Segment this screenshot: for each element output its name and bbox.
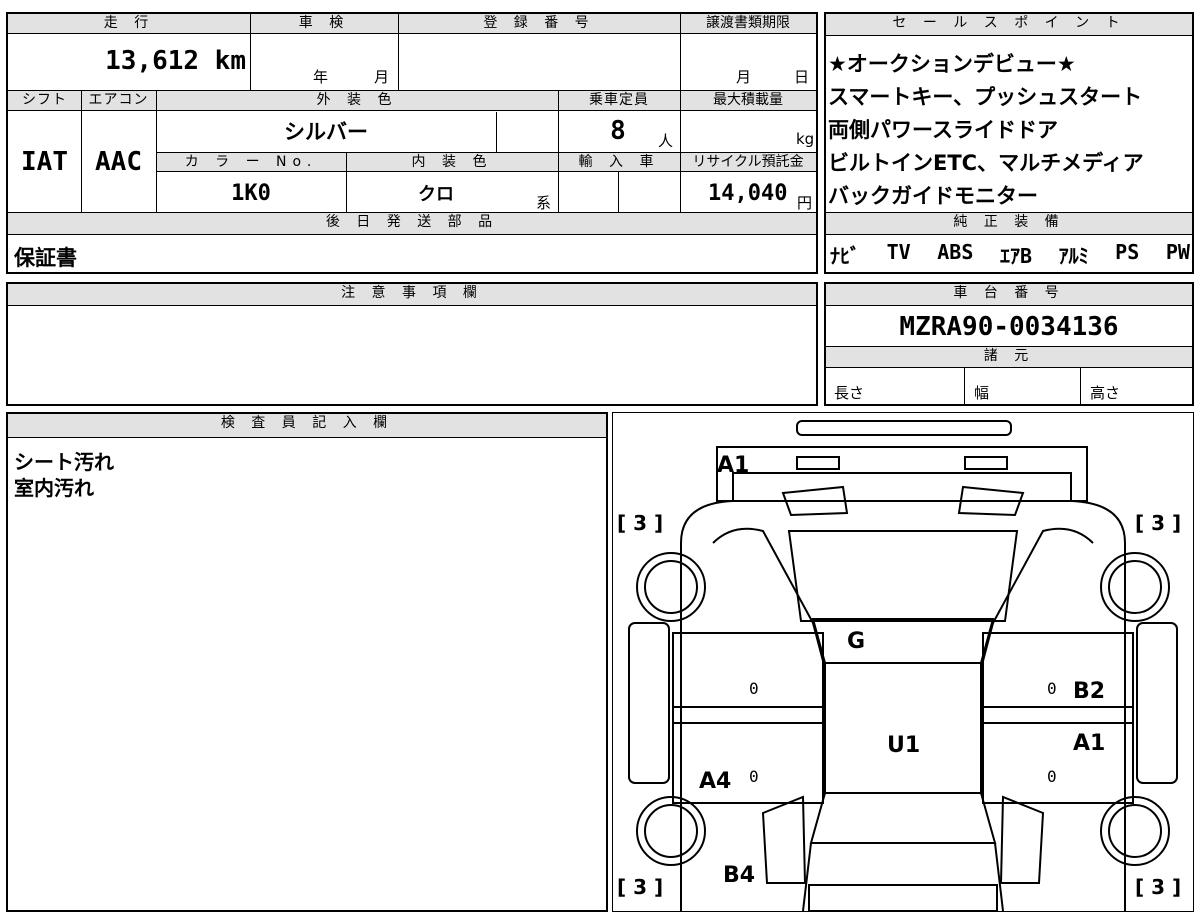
equipment-header: 純 正 装 備	[826, 213, 1192, 235]
color-no-value: 1K0	[231, 180, 271, 206]
damage-mark-windshield: G	[847, 629, 866, 654]
notes-header: 注 意 事 項 欄	[8, 284, 816, 306]
interior-color-header: 内 装 色	[346, 152, 558, 172]
mileage-value: 13,612 km	[105, 46, 246, 76]
max-load-unit: kg	[796, 130, 815, 148]
import-header: 輸 入 車	[558, 152, 680, 172]
inspector-header: 検 査 員 記 入 欄	[8, 414, 606, 438]
transfer-deadline-header: 譲渡書類期限	[680, 14, 816, 34]
capacity-value: 8	[610, 116, 626, 146]
interior-color-suffix: 系	[536, 194, 552, 212]
capacity-unit: 人	[658, 132, 674, 150]
equipment-list: ﾅﾋﾞ TV ABS ｴｱB ｱﾙﾐ PS PW	[830, 240, 1190, 269]
aircon-header: エアコン	[81, 91, 156, 111]
chassis-header: 車 台 番 号	[826, 284, 1192, 306]
tire-label-rear-right: [ 3 ]	[1135, 875, 1182, 899]
shift-value: IAT	[21, 147, 68, 177]
sales-points-header: セ ー ル ス ポ イ ン ト	[826, 14, 1192, 36]
sales-point-line: 両側パワースライドドア	[828, 118, 1058, 142]
door-zero-mark: 0	[749, 767, 759, 786]
mileage-header: 走 行	[8, 14, 250, 34]
chassis-panel: 車 台 番 号 MZRA90-0034136 諸 元 長さ 幅 高さ	[824, 282, 1194, 406]
height-label: 高さ	[1090, 384, 1121, 402]
equipment-item: PS	[1115, 240, 1140, 264]
damage-mark-front: A1	[717, 453, 750, 478]
inspector-panel: 検 査 員 記 入 欄 シート汚れ 室内汚れ	[6, 412, 608, 912]
door-zero-mark: 0	[1047, 767, 1057, 786]
recycle-header: リサイクル預託金	[680, 152, 816, 172]
color-no-header: カ ラ ー No.	[156, 152, 346, 172]
exterior-color-header: 外 装 色	[156, 91, 558, 111]
vehicle-diagram: A1 G B2 A1 U1 A4 B4 [ 3 ] [ 3 ] [ 3 ] [ …	[612, 412, 1194, 912]
inspection-year-unit: 年	[313, 68, 329, 86]
inspector-line: シート汚れ	[14, 450, 114, 474]
door-zero-mark: 0	[1047, 679, 1057, 698]
damage-mark-rear-left: B4	[723, 863, 756, 888]
sales-points-panel: セ ー ル ス ポ イ ン ト ★オークションデビュー★ スマートキー、プッシュ…	[824, 12, 1194, 274]
max-load-header: 最大積載量	[680, 91, 816, 111]
inspection-month-unit: 月	[374, 68, 390, 86]
tire-label-front-right: [ 3 ]	[1135, 511, 1182, 535]
chassis-number: MZRA90-0034136	[899, 312, 1119, 342]
vehicle-info-table: 走 行 車 検 登 録 番 号 譲渡書類期限 13,612 km 年 月 月 日…	[6, 12, 818, 274]
equipment-item: PW	[1165, 240, 1190, 264]
later-parts-header: 後 日 発 送 部 品	[8, 213, 816, 235]
damage-mark-roof: U1	[887, 733, 921, 758]
transfer-day-unit: 日	[794, 68, 810, 86]
car-outline	[628, 420, 1178, 911]
equipment-item: ｱﾙﾐ	[1058, 244, 1089, 268]
damage-mark-left-rear: A4	[699, 769, 732, 794]
equipment-item: ﾅﾋﾞ	[830, 244, 860, 268]
equipment-item: ｴｱB	[999, 244, 1032, 268]
width-label: 幅	[974, 384, 990, 402]
damage-mark-right-rear-door: A1	[1073, 731, 1106, 756]
sales-point-line: スマートキー、プッシュスタート	[828, 85, 1143, 109]
recycle-fee-unit: 円	[797, 194, 813, 212]
sales-point-line: ★オークションデビュー★	[828, 52, 1076, 76]
length-label: 長さ	[834, 384, 865, 402]
dimensions-header: 諸 元	[826, 346, 1192, 368]
interior-color-value: クロ	[418, 184, 454, 205]
registration-header: 登 録 番 号	[398, 14, 680, 34]
inspection-header: 車 検	[250, 14, 398, 34]
transfer-month-unit: 月	[736, 68, 752, 86]
recycle-fee-value: 14,040	[708, 181, 788, 206]
aircon-value: AAC	[95, 147, 142, 177]
exterior-color-value: シルバー	[284, 120, 368, 144]
tire-label-rear-left: [ 3 ]	[617, 875, 664, 899]
equipment-item: TV	[886, 240, 911, 264]
door-zero-mark: 0	[749, 679, 759, 698]
equipment-item: ABS	[937, 240, 974, 264]
damage-mark-right-front-door: B2	[1073, 679, 1106, 704]
shift-header: シフト	[8, 91, 81, 111]
capacity-header: 乗車定員	[558, 91, 680, 111]
notes-panel: 注 意 事 項 欄	[6, 282, 818, 406]
tire-label-front-left: [ 3 ]	[617, 511, 664, 535]
inspector-line: 室内汚れ	[14, 476, 94, 500]
later-parts-value: 保証書	[14, 246, 77, 270]
sales-point-line: バックガイドモニター	[828, 184, 1038, 208]
sales-point-line: ビルトインETC、マルチメディア	[828, 151, 1144, 175]
